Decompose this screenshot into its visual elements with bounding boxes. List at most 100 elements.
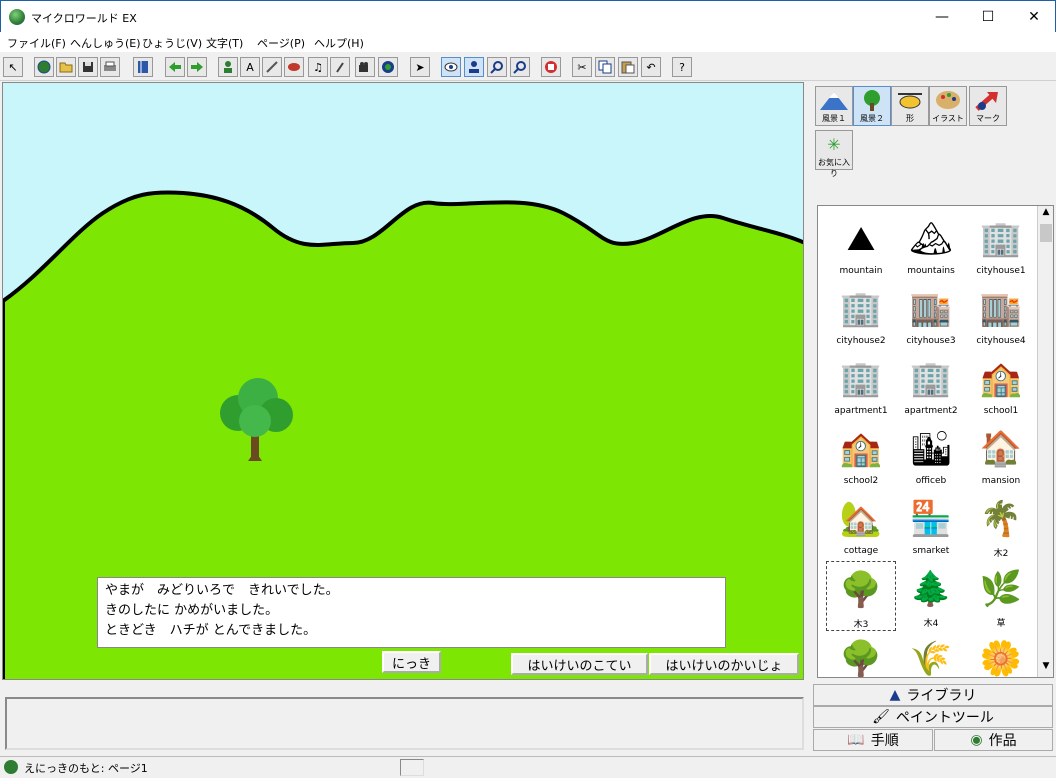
library-item-label: cityhouse1 xyxy=(976,266,1026,276)
library-item[interactable]: 🌼 xyxy=(966,631,1036,678)
library-item[interactable]: 🏪 smarket xyxy=(896,491,966,561)
cut-icon[interactable]: ✂ xyxy=(572,57,592,77)
library-item[interactable]: 🏢 cityhouse1 xyxy=(966,211,1036,281)
library-item-label: cityhouse3 xyxy=(906,336,956,346)
stop-hand-icon[interactable] xyxy=(541,57,561,77)
zoom-in-icon[interactable] xyxy=(487,57,507,77)
library-thumbnail: 🌲 xyxy=(909,568,953,609)
animation-icon[interactable] xyxy=(378,57,398,77)
library-item[interactable]: 🏫 school1 xyxy=(966,351,1036,421)
library-item[interactable]: 🏫 school2 xyxy=(826,421,896,491)
book-icon[interactable] xyxy=(133,57,153,77)
palette-icon xyxy=(930,87,966,113)
library-item[interactable]: 🏡 cottage xyxy=(826,491,896,561)
cursor-icon[interactable]: ↖ xyxy=(3,57,23,77)
menu-file[interactable]: ファイル(F) xyxy=(7,35,66,51)
library-item[interactable]: 🌾 xyxy=(896,631,966,678)
music-note-icon[interactable]: ♫ xyxy=(308,57,328,77)
maximize-button[interactable]: ☐ xyxy=(965,1,1011,33)
library-thumbnail: 🌿 xyxy=(979,568,1023,609)
story-text-box[interactable]: やまが みどりいろで きれいでした。 きのしたに かめがいました。 ときどき ハ… xyxy=(97,577,726,648)
arrow-left-icon[interactable] xyxy=(165,57,185,77)
library-item[interactable]: 🏔 mountains xyxy=(896,211,966,281)
pen-icon[interactable] xyxy=(262,57,282,77)
library-item-label: cityhouse4 xyxy=(976,336,1026,346)
library-item[interactable]: 🏢 apartment1 xyxy=(826,351,896,421)
scroll-thumb[interactable] xyxy=(1040,224,1052,242)
globe-icon[interactable] xyxy=(34,57,54,77)
menu-help[interactable]: ヘルプ(H) xyxy=(314,35,364,51)
person-zoom-icon[interactable] xyxy=(464,57,484,77)
tab-library[interactable]: ▲ ライブラリ xyxy=(813,684,1053,706)
menu-page[interactable]: ページ(P) xyxy=(257,35,305,51)
library-item[interactable]: 🌴 木2 xyxy=(966,491,1036,561)
tab-paint-tool[interactable]: 🖌 ペイントツール xyxy=(813,706,1053,728)
paste-icon[interactable] xyxy=(618,57,638,77)
status-bar: えにっきのもと: ページ1 xyxy=(0,756,1056,778)
library-scrollbar[interactable]: ▲ ▼ xyxy=(1037,206,1053,677)
category-illustration[interactable]: イラスト xyxy=(929,86,967,126)
category-label: お気に入り xyxy=(818,158,850,178)
library-item[interactable]: 🌳 xyxy=(826,631,896,678)
zoom-out-icon[interactable] xyxy=(510,57,530,77)
tree-sticker[interactable] xyxy=(208,373,303,468)
arrow-right-icon[interactable] xyxy=(187,57,207,77)
scroll-up-arrow-icon[interactable]: ▲ xyxy=(1039,207,1053,221)
library-item[interactable]: 🌳 木3 xyxy=(826,561,896,631)
app-globe-icon xyxy=(9,9,25,25)
menu-edit[interactable]: へんしゅう(E) xyxy=(70,35,141,51)
save-icon[interactable] xyxy=(78,57,98,77)
library-thumbnail: 🏪 xyxy=(909,498,953,539)
copy-icon[interactable] xyxy=(595,57,615,77)
narration-panel[interactable] xyxy=(5,697,804,750)
help-icon[interactable]: ? xyxy=(672,57,692,77)
library-item-label: school2 xyxy=(843,476,879,486)
library-item[interactable]: 🌿 草 xyxy=(966,561,1036,631)
tab-steps[interactable]: 📖 手順 xyxy=(813,729,933,751)
select-arrow-icon[interactable]: ➤ xyxy=(410,57,430,77)
library-item-label: 木2 xyxy=(993,549,1009,559)
view-eye-icon[interactable] xyxy=(441,57,461,77)
diary-button[interactable]: にっき xyxy=(382,651,441,673)
library-item[interactable]: 🏠 mansion xyxy=(966,421,1036,491)
library-item-label: school1 xyxy=(983,406,1019,416)
library-item[interactable]: 🏙 officeb xyxy=(896,421,966,491)
menu-view[interactable]: ひょうじ(V) xyxy=(142,35,202,51)
menu-text[interactable]: 文字(T) xyxy=(206,35,243,51)
close-button[interactable]: ✕ xyxy=(1011,1,1056,33)
library-item-label: 木4 xyxy=(923,619,939,629)
category-favorites[interactable]: ✳ お気に入り xyxy=(815,130,853,178)
undo-icon[interactable]: ↶ xyxy=(641,57,661,77)
text-tool-icon[interactable]: A xyxy=(240,57,260,77)
library-item[interactable]: 🏬 cityhouse4 xyxy=(966,281,1036,351)
library-item[interactable]: 🌲 木4 xyxy=(896,561,966,631)
tab-paint-label: ペイントツール xyxy=(895,710,994,726)
tab-works[interactable]: ◉ 作品 xyxy=(934,729,1053,751)
library-item-label: 木3 xyxy=(853,620,869,630)
minimize-button[interactable]: — xyxy=(919,1,965,33)
microphone-icon[interactable] xyxy=(330,57,350,77)
library-item[interactable]: 🏢 cityhouse2 xyxy=(826,281,896,351)
library-item[interactable]: ⛰ mountain xyxy=(826,211,896,281)
eye-bubble-icon[interactable] xyxy=(284,57,304,77)
fix-background-button[interactable]: はいけいのこてい xyxy=(511,653,648,675)
movie-camera-icon[interactable] xyxy=(355,57,375,77)
library-item-label: officeb xyxy=(915,476,947,486)
library-item-label: mountains xyxy=(907,266,955,276)
print-icon[interactable] xyxy=(100,57,120,77)
library-item[interactable]: 🏬 cityhouse3 xyxy=(896,281,966,351)
library-thumbnail: 🌳 xyxy=(839,569,883,610)
category-marks[interactable]: マーク xyxy=(969,86,1007,126)
library-item-label: cottage xyxy=(843,546,879,556)
category-shapes[interactable]: 形 xyxy=(891,86,929,126)
release-background-button[interactable]: はいけいのかいじょ xyxy=(649,653,799,675)
category-landscape1[interactable]: 風景１ xyxy=(815,86,853,126)
tab-library-label: ライブラリ xyxy=(906,688,977,704)
open-folder-icon[interactable] xyxy=(56,57,76,77)
library-item[interactable]: 🏢 apartment2 xyxy=(896,351,966,421)
category-landscape2[interactable]: 風景２ xyxy=(853,86,891,126)
stamp-person-icon[interactable] xyxy=(218,57,238,77)
library-item-label: cityhouse2 xyxy=(836,336,886,346)
scroll-down-arrow-icon[interactable]: ▼ xyxy=(1039,661,1053,675)
category-label: 風景１ xyxy=(822,114,846,123)
